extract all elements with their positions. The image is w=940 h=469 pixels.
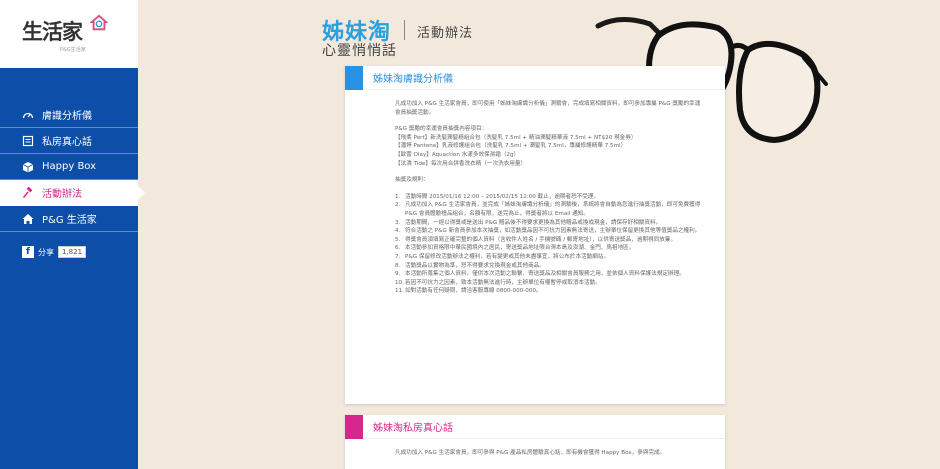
gavel-icon xyxy=(22,186,34,199)
card-body: 凡成功加入 P&G 生活家會員，即可使用「姊妹淘膚識分析儀」測驗會，完成填寫相關… xyxy=(345,90,725,296)
card-intro: 凡成功加入 P&G 生活家會員，即可參與 P&G 產品私房體驗真心話，即有機會獲… xyxy=(395,450,666,456)
home-icon xyxy=(22,213,34,225)
brand-subtitle: 心靈悄悄話 xyxy=(322,43,397,59)
house-logo-icon xyxy=(90,14,108,31)
event-card-skin-analyzer: 姊妹淘膚識分析儀 凡成功加入 P&G 生活家會員，即可使用「姊妹淘膚識分析儀」測… xyxy=(345,65,725,404)
prize-item: 【汰漬 Tide】每次用合併香洗衣精（一次洗衣用量） xyxy=(395,160,527,167)
facebook-share: f 分享 1,821 xyxy=(22,246,138,258)
rule-item: 9. 本活動所蒐集之個人資料，僅供本次活動之聯繫、寄送獎品及相關會員服務之用，並依… xyxy=(395,271,685,278)
form-icon xyxy=(22,135,34,147)
card-header: 姊妹淘私房真心話 xyxy=(345,414,725,439)
sidebar-item-label: 膚識分析儀 xyxy=(42,111,92,122)
prize-item: 【歐蕾 Olay】Aquaction 水漾多效保濕霜（2g） xyxy=(395,151,520,158)
card-title: 姊妹淘膚識分析儀 xyxy=(373,74,453,85)
sidebar-item-label: 私房真心話 xyxy=(42,137,92,148)
facebook-icon[interactable]: f xyxy=(22,246,34,258)
sidebar: 生活家 P&G生活家 膚識分析儀 私房真心話 Happy Box 活動辦法 P&… xyxy=(0,0,145,469)
sidebar-item-label: Happy Box xyxy=(42,161,97,172)
card-title: 姊妹淘私房真心話 xyxy=(373,423,453,434)
sidebar-item-happy-box[interactable]: Happy Box xyxy=(0,154,138,180)
rule-item: 8. 活動獎品以實物為準，恕不得要求兌換現金或其他商品。 xyxy=(395,262,545,269)
gauge-icon xyxy=(22,109,34,121)
rule-item: 2. 凡成功加入 P&G 生活家會員，並完成「姊妹淘膚識分析儀」的測驗後，系統將會… xyxy=(395,202,701,217)
rules-list: 1. 活動時間 2015/01/16 12:00 – 2015/02/15 12:… xyxy=(395,193,701,296)
sidebar-nav: 膚識分析儀 私房真心話 Happy Box 活動辦法 P&G 生活家 xyxy=(0,102,145,232)
share-button[interactable]: 分享 xyxy=(38,247,54,258)
card-header: 姊妹淘膚識分析儀 xyxy=(345,65,725,90)
sidebar-item-skin-analyzer[interactable]: 膚識分析儀 xyxy=(0,102,138,128)
prize-heading: P&G 獎勵的幸運會員抽獎內容項目： xyxy=(395,126,488,133)
card-accent-bar xyxy=(345,414,363,439)
rule-item: 5. 得獎會員須填寫正確完整的個人資料（含收件人姓名 / 手機號碼 / 郵寄地址）… xyxy=(395,236,676,243)
rule-item: 3. 活動期間，一經以得獎或是送出 P&G 贈品後不得要求更換為其他贈品或換成現金… xyxy=(395,219,662,226)
logo[interactable]: 生活家 xyxy=(22,16,83,46)
rule-item: 11. 如對活動有任何疑問，請洽客服專線 0800-000-000。 xyxy=(395,288,542,295)
rules-heading: 抽獎及規則： xyxy=(395,177,429,184)
card-intro: 凡成功加入 P&G 生活家會員，即可使用「姊妹淘膚識分析儀」測驗會，完成填寫相關… xyxy=(395,101,701,116)
share-count: 1,821 xyxy=(58,246,87,258)
sidebar-item-label: P&G 生活家 xyxy=(42,215,97,226)
card-accent-bar xyxy=(345,65,363,90)
event-card-private-talk: 姊妹淘私房真心話 凡成功加入 P&G 生活家會員，即可參與 P&G 產品私房體驗… xyxy=(345,414,725,469)
prize-item: 【飛柔 Pert】新洗髮潤髮精組合包（洗髮乳 7.5ml + 精油潤髮精華液 7… xyxy=(395,134,637,141)
card-body: 凡成功加入 P&G 生活家會員，即可參與 P&G 產品私房體驗真心話，即有機會獲… xyxy=(345,439,725,458)
sidebar-item-private-talk[interactable]: 私房真心話 xyxy=(0,128,138,154)
rule-item: 6. 本活動參加資格限中華民國境內之居民，寄送獎品地址限台灣本島及澎湖、金門、馬祖… xyxy=(395,245,635,252)
box-icon xyxy=(22,161,34,173)
logo-subtitle: P&G生活家 xyxy=(60,47,86,53)
header-divider xyxy=(404,20,405,40)
sidebar-item-pg-home[interactable]: P&G 生活家 xyxy=(0,206,138,232)
rule-item: 4. 符合活動之 P&G 新會員參加本次抽獎，如活動獎品因不可抗力因素無法寄送，主… xyxy=(395,228,701,235)
prize-list: P&G 獎勵的幸運會員抽獎內容項目： 【飛柔 Pert】新洗髮潤髮精組合包（洗髮… xyxy=(395,125,701,168)
rule-item: 1. 活動時間 2015/01/16 12:00 – 2015/02/15 12:… xyxy=(395,193,600,200)
rule-item: 10. 若因不可抗力之因素，致本活動無法進行時，主辦單位有權暫停或取消本活動。 xyxy=(395,279,601,286)
logo-area[interactable]: 生活家 P&G生活家 xyxy=(0,0,138,68)
sidebar-item-label: 活動辦法 xyxy=(42,189,82,200)
page-title: 活動辦法 xyxy=(417,26,474,41)
sidebar-item-event-rules[interactable]: 活動辦法 xyxy=(0,180,145,206)
rule-item: 7. P&G 保留修改活動辦法之權利，若有變更或其他未盡事宜，將公布於本活動網站。 xyxy=(395,253,610,260)
prize-item: 【潘婷 Pantene】乳液修護組合包（洗髮乳 7.5ml + 潤髮乳 7.5m… xyxy=(395,143,627,150)
